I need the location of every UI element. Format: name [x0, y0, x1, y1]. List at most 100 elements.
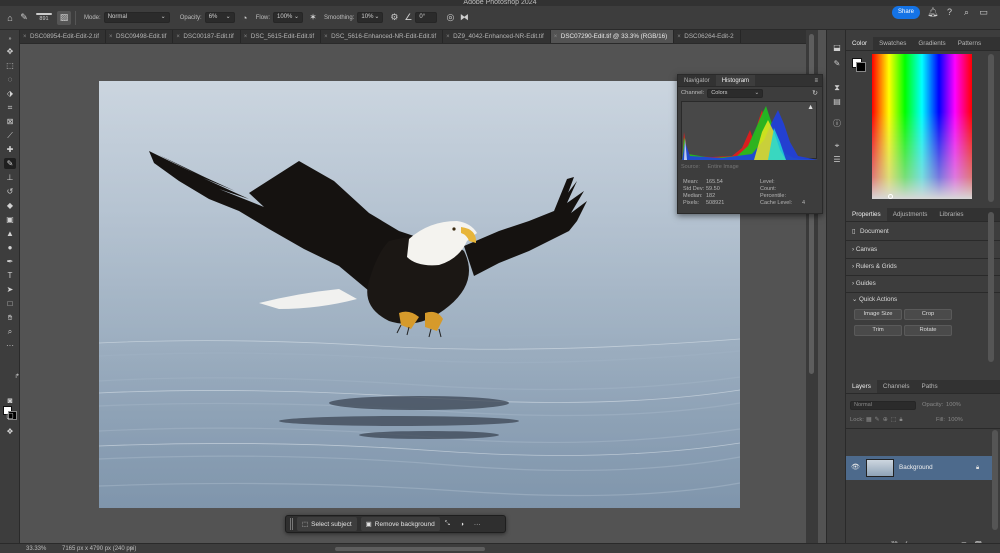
- bell-icon[interactable]: 🔔︎: [927, 7, 938, 18]
- stamp-icon[interactable]: ⊥: [4, 172, 16, 183]
- tab-gradients[interactable]: Gradients: [912, 37, 951, 50]
- airbrush-icon[interactable]: ✶: [306, 11, 320, 25]
- dodge-icon[interactable]: ●: [4, 242, 16, 253]
- tab-document[interactable]: × DSC_5615-Edit-Edit.tif: [241, 30, 322, 43]
- rectangle-icon[interactable]: □: [4, 298, 16, 309]
- transform-button[interactable]: ⤡: [440, 517, 455, 531]
- tab-paths[interactable]: Paths: [916, 380, 944, 393]
- mode-select[interactable]: Normal ⌄: [103, 12, 170, 23]
- flow-field[interactable]: 100% ⌄: [273, 12, 304, 23]
- document-image[interactable]: [99, 81, 740, 508]
- tab-document[interactable]: × DSC08954-Edit-Edit-2.tif: [20, 30, 106, 43]
- crop-icon[interactable]: ⌗: [4, 102, 16, 113]
- screen-mode-icon[interactable]: ▢: [4, 410, 16, 421]
- rotate-button[interactable]: Rotate: [904, 325, 952, 336]
- tab-swatches[interactable]: Swatches: [873, 37, 912, 50]
- edit-toolbar-icon[interactable]: ❖: [4, 426, 16, 437]
- pressure-opacity-icon[interactable]: ◔: [238, 11, 252, 25]
- brush-tool-preset-icon[interactable]: ✎: [17, 11, 31, 25]
- object-select-icon[interactable]: ⬗: [4, 88, 16, 99]
- eyedropper-icon[interactable]: ⟋: [4, 130, 16, 141]
- channel-select[interactable]: Colors ⌄: [707, 88, 764, 98]
- crop-button[interactable]: Crop: [904, 309, 952, 320]
- tab-histogram[interactable]: Histogram: [715, 75, 756, 86]
- search-icon[interactable]: ⌕: [961, 7, 972, 18]
- close-icon[interactable]: ×: [677, 30, 681, 43]
- trim-button[interactable]: Trim: [854, 325, 902, 336]
- layer-name[interactable]: Background: [899, 456, 933, 480]
- brushes-icon[interactable]: ✎: [831, 58, 843, 69]
- image-size-button[interactable]: Image Size: [854, 309, 902, 320]
- close-icon[interactable]: ×: [176, 30, 180, 43]
- gear-icon[interactable]: ⚙: [387, 11, 401, 25]
- tab-document[interactable]: × DZ9_4042-Enhanced-NR-Edit.tif: [443, 30, 551, 43]
- pressure-size-icon[interactable]: ◎: [443, 11, 457, 25]
- hand-icon[interactable]: ✋︎: [4, 312, 16, 323]
- blend-mode-select[interactable]: Normal: [850, 401, 916, 410]
- close-icon[interactable]: ×: [554, 30, 558, 43]
- healing-icon[interactable]: ✚: [4, 144, 16, 155]
- tab-channels[interactable]: Channels: [877, 380, 916, 393]
- background-swatch[interactable]: [856, 62, 866, 72]
- section-rulers-grids[interactable]: › Rulers & Grids: [852, 263, 897, 270]
- zoom-level[interactable]: 33.33%: [26, 544, 46, 553]
- move-icon[interactable]: ✥: [4, 46, 16, 57]
- tab-adjustments[interactable]: Adjustments: [887, 208, 934, 221]
- symmetry-icon[interactable]: ⧓: [457, 11, 471, 25]
- more-options-button[interactable]: ···: [469, 517, 486, 531]
- close-icon[interactable]: ×: [109, 30, 113, 43]
- histogram-icon[interactable]: ▤: [831, 96, 843, 107]
- color-panel-scrollbar[interactable]: [988, 54, 994, 202]
- brush-size-picker[interactable]: 891: [31, 11, 57, 25]
- panel-menu-icon[interactable]: ≡: [814, 75, 822, 86]
- tab-properties[interactable]: Properties: [846, 208, 887, 221]
- close-icon[interactable]: ×: [23, 30, 27, 43]
- select-subject-button[interactable]: ⬚ Select subject: [297, 517, 357, 531]
- path-select-icon[interactable]: ➤: [4, 284, 16, 295]
- lock-icons[interactable]: ▦✎⊕⬚🔒︎: [866, 416, 906, 424]
- gradient-icon[interactable]: ▣: [4, 214, 16, 225]
- info-icon[interactable]: ⓘ: [831, 118, 843, 129]
- tab-color[interactable]: Color: [846, 37, 874, 50]
- tab-navigator[interactable]: Navigator: [678, 75, 716, 86]
- fill-value[interactable]: 100%: [948, 417, 963, 423]
- tab-document[interactable]: × DSC00187-Edit.tif: [173, 30, 241, 43]
- adjust-button[interactable]: ◑: [455, 517, 469, 531]
- layer-opacity-value[interactable]: 100%: [946, 402, 961, 408]
- color-picker-marker[interactable]: [888, 194, 893, 199]
- brush-settings-icon[interactable]: ▨: [57, 10, 71, 25]
- workspace-icon[interactable]: ▭: [978, 7, 989, 18]
- tab-document[interactable]: × DSC_5616-Enhanced-NR-Edit-Edit.tif: [321, 30, 444, 43]
- lasso-icon[interactable]: ◌: [4, 74, 16, 85]
- tab-document[interactable]: × DSC09498-Edit.tif: [106, 30, 174, 43]
- libraries-icon[interactable]: ⬓: [831, 42, 843, 53]
- history-brush-icon[interactable]: ↺: [4, 186, 16, 197]
- horizontal-scrollbar-thumb[interactable]: [335, 547, 485, 551]
- status-menu-icon[interactable]: ›: [130, 544, 132, 553]
- layer-row[interactable]: 👁︎ Background 🔒︎: [846, 456, 992, 480]
- zoom-icon[interactable]: ⌕: [4, 326, 16, 337]
- eraser-icon[interactable]: ◆: [4, 200, 16, 211]
- section-guides[interactable]: › Guides: [852, 280, 876, 287]
- paths-icon[interactable]: ⌖: [831, 140, 843, 151]
- blur-icon[interactable]: ▲: [4, 228, 16, 239]
- document-info[interactable]: 7165 px x 4790 px (240 ppi): [62, 544, 136, 553]
- help-icon[interactable]: ?: [944, 7, 955, 18]
- section-quick-actions[interactable]: ⌄ Quick Actions: [852, 296, 897, 303]
- brush-icon[interactable]: ✎: [4, 158, 16, 169]
- section-canvas[interactable]: › Canvas: [852, 246, 877, 253]
- adjustments-icon[interactable]: ⧗: [831, 82, 843, 93]
- quick-mask-icon[interactable]: ◙: [4, 395, 16, 406]
- home-icon[interactable]: ⌂: [3, 11, 17, 25]
- lock-icon[interactable]: 🔒︎: [976, 456, 979, 480]
- tab-patterns[interactable]: Patterns: [952, 37, 987, 50]
- smoothing-field[interactable]: 10% ⌄: [357, 12, 384, 23]
- eye-icon[interactable]: 👁︎: [851, 456, 860, 480]
- toolbar-collapse-icon[interactable]: »: [4, 34, 16, 45]
- close-icon[interactable]: ×: [446, 30, 450, 43]
- pen-icon[interactable]: ✒: [4, 256, 16, 267]
- opacity-field[interactable]: 6% ⌄: [204, 12, 235, 23]
- color-spectrum[interactable]: [872, 54, 972, 199]
- properties-scrollbar[interactable]: [988, 212, 994, 362]
- source-value[interactable]: Entire Image: [708, 164, 739, 170]
